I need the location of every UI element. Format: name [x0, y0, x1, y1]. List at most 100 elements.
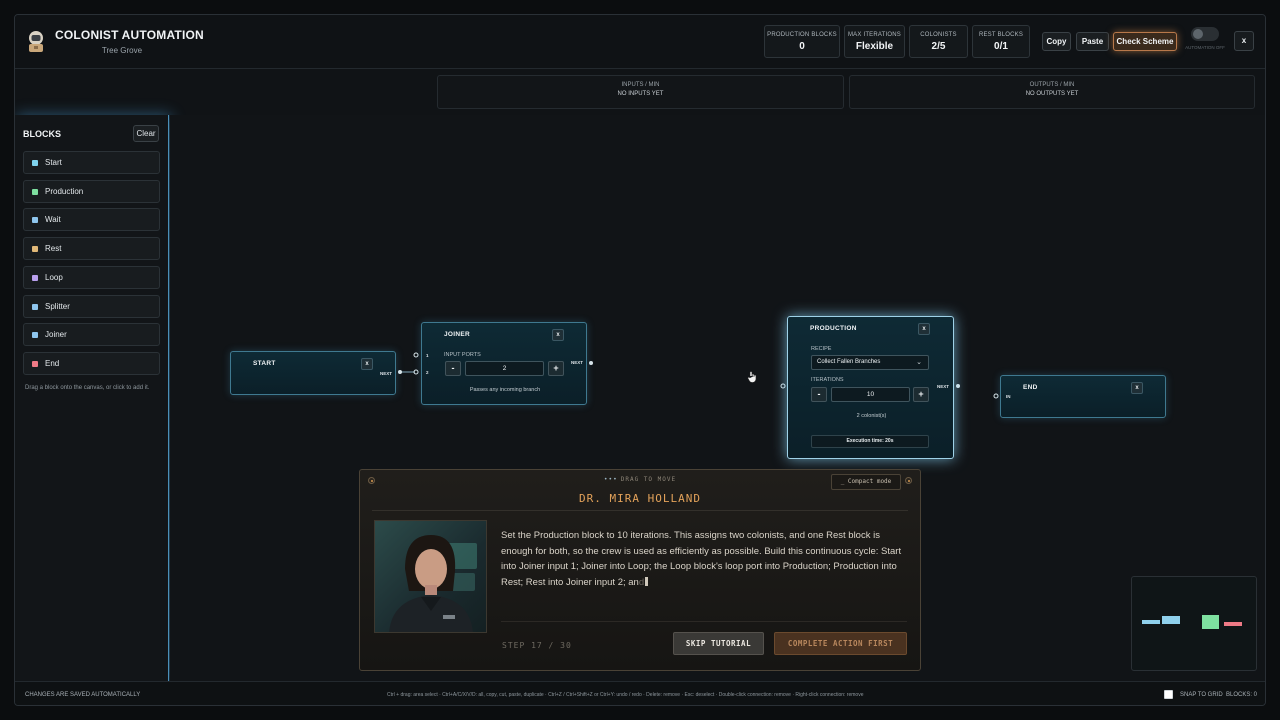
sidebar-item-label: Production — [45, 186, 84, 196]
outputs-label: OUTPUTS / MIN — [1029, 82, 1075, 88]
sidebar-item-joiner[interactable]: Joiner — [23, 323, 160, 347]
colonists-count: 2 colonist(s) — [856, 413, 887, 419]
sidebar-item-label: End — [45, 358, 60, 368]
astronaut-icon — [29, 31, 43, 52]
remove-node-button[interactable]: x — [361, 358, 373, 370]
stat-value: 0 — [799, 41, 805, 52]
sidebar-item-end[interactable]: End — [23, 351, 160, 375]
automation-label: AUTOMATION OFF — [1185, 45, 1225, 50]
sidebar-item-label: Wait — [45, 215, 61, 225]
input-port-1-label: 1 — [426, 353, 429, 358]
iterations-input[interactable]: 10 — [831, 387, 910, 402]
footer-bar: CHANGES ARE SAVED AUTOMATICALLY Ctrl + d… — [15, 681, 1265, 705]
minimap-end-block — [1224, 622, 1242, 626]
toggle-switch[interactable] — [1191, 27, 1219, 41]
sidebar-item-label: Start — [45, 158, 62, 167]
sidebar-title: BLOCKS — [23, 129, 61, 139]
stat-production-blocks: PRODUCTION BLOCKS 0 — [764, 25, 840, 58]
execution-time: Execution time: 20s — [811, 435, 929, 448]
minimap-start-block — [1142, 620, 1160, 624]
next-port-label: NEXT — [380, 371, 393, 376]
iterations-label: ITERATIONS — [811, 377, 844, 383]
block-color-icon — [32, 274, 38, 281]
stat-value: 2/5 — [931, 41, 946, 52]
tutorial-dialog[interactable]: ••• DRAG TO MOVE _ Compact mode DR. MIRA … — [359, 469, 921, 671]
snap-to-grid-checkbox[interactable] — [1164, 690, 1173, 699]
decrement-ports-button[interactable]: - — [445, 361, 461, 376]
snap-to-grid-label: SNAP TO GRID — [1180, 692, 1223, 698]
clear-button[interactable]: Clear — [133, 125, 159, 142]
ports-input[interactable]: 2 — [465, 361, 544, 376]
decrement-iterations-button[interactable]: - — [811, 387, 827, 402]
production-node[interactable]: PRODUCTION x RECIPE Collect Fallen Branc… — [787, 316, 954, 459]
location-subtitle: Tree Grove — [101, 46, 143, 55]
stat-max-iterations: MAX ITERATIONS Flexible — [844, 25, 905, 58]
divider — [501, 621, 907, 622]
minimap[interactable] — [1131, 576, 1257, 671]
skip-tutorial-button[interactable]: SKIP TUTORIAL — [673, 632, 764, 655]
end-node[interactable]: END x IN — [1000, 375, 1166, 418]
block-color-icon — [32, 246, 38, 253]
sidebar-item-label: Loop — [45, 272, 63, 282]
joiner-node[interactable]: JOINER x INPUT PORTS 1 2 - 2 + Passes an… — [421, 322, 587, 405]
stat-label: PRODUCTION BLOCKS — [767, 32, 837, 38]
message-text: Set the Production block to 10 iteration… — [501, 530, 902, 588]
node-title: PRODUCTION — [810, 325, 857, 332]
joiner-note: Passes any incoming branch — [469, 387, 541, 393]
in-port-label: IN — [1006, 394, 1011, 399]
app-title: COLONIST AUTOMATION — [55, 28, 204, 42]
block-color-icon — [32, 332, 38, 339]
inputs-value: NO INPUTS YET — [617, 91, 664, 97]
shortcuts-help: Ctrl + drag: area select · Ctrl+A/C/X/V/… — [387, 692, 864, 698]
divider — [372, 510, 908, 511]
increment-ports-button[interactable]: + — [548, 361, 564, 376]
portrait-image — [389, 535, 477, 632]
next-port-label: NEXT — [937, 384, 950, 389]
step-counter: STEP 17 / 30 — [502, 641, 572, 650]
sidebar-item-wait[interactable]: Wait — [23, 208, 160, 232]
sidebar-item-label: Splitter — [45, 301, 70, 311]
block-color-icon — [32, 360, 38, 367]
block-color-icon — [32, 160, 38, 166]
sidebar-item-start[interactable]: Start — [23, 151, 160, 174]
increment-iterations-button[interactable]: + — [913, 387, 929, 402]
sidebar-item-production[interactable]: Production — [23, 179, 160, 203]
sidebar-item-label: Joiner — [45, 330, 67, 340]
drag-dots-icon: ••• — [603, 476, 618, 483]
inputs-label: INPUTS / MIN — [621, 82, 660, 88]
automation-toggle[interactable]: AUTOMATION OFF — [1183, 27, 1227, 57]
remove-node-button[interactable]: x — [552, 329, 564, 341]
header-bar: COLONIST AUTOMATION Tree Grove PRODUCTIO… — [15, 15, 1265, 69]
stat-label: COLONISTS — [920, 32, 957, 38]
toggle-knob — [1193, 29, 1203, 39]
close-button[interactable]: x — [1234, 31, 1254, 51]
copy-button[interactable]: Copy — [1042, 32, 1071, 51]
sidebar-hint: Drag a block onto the canvas, or click t… — [25, 385, 150, 391]
sidebar-item-rest[interactable]: Rest — [23, 237, 160, 261]
node-title: END — [1023, 384, 1038, 391]
remove-node-button[interactable]: x — [1131, 382, 1143, 394]
complete-action-button[interactable]: COMPLETE ACTION FIRST — [774, 632, 907, 655]
stat-rest-blocks: REST BLOCKS 0/1 — [972, 25, 1030, 58]
sidebar-item-splitter[interactable]: Splitter — [23, 294, 160, 318]
blocks-sidebar: BLOCKS Clear Start Production Wait Rest Loop… — [15, 115, 169, 681]
blocks-count: BLOCKS: 0 — [1226, 692, 1258, 698]
start-node[interactable]: START x NEXT — [230, 351, 396, 395]
sidebar-item-label: Rest — [45, 244, 62, 254]
minimap-joiner-block — [1162, 616, 1180, 624]
recipe-select[interactable]: Collect Fallen Branches ⌄ — [811, 355, 929, 370]
compact-mode-button[interactable]: _ Compact mode — [831, 474, 901, 490]
speaker-name: DR. MIRA HOLLAND — [579, 492, 701, 505]
remove-node-button[interactable]: x — [918, 323, 930, 335]
stat-label: MAX ITERATIONS — [847, 32, 902, 38]
check-scheme-button[interactable]: Check Scheme — [1113, 32, 1177, 51]
message-text-typing: d — [638, 576, 645, 588]
block-color-icon — [32, 217, 38, 224]
sidebar-item-loop[interactable]: Loop — [23, 265, 160, 289]
chevron-down-icon: ⌄ — [916, 359, 922, 366]
input-ports-label: INPUT PORTS — [444, 352, 481, 358]
stat-colonists: COLONISTS 2/5 — [909, 25, 968, 58]
block-color-icon — [32, 303, 38, 310]
paste-button[interactable]: Paste — [1076, 32, 1109, 51]
next-port-label: NEXT — [571, 360, 584, 365]
